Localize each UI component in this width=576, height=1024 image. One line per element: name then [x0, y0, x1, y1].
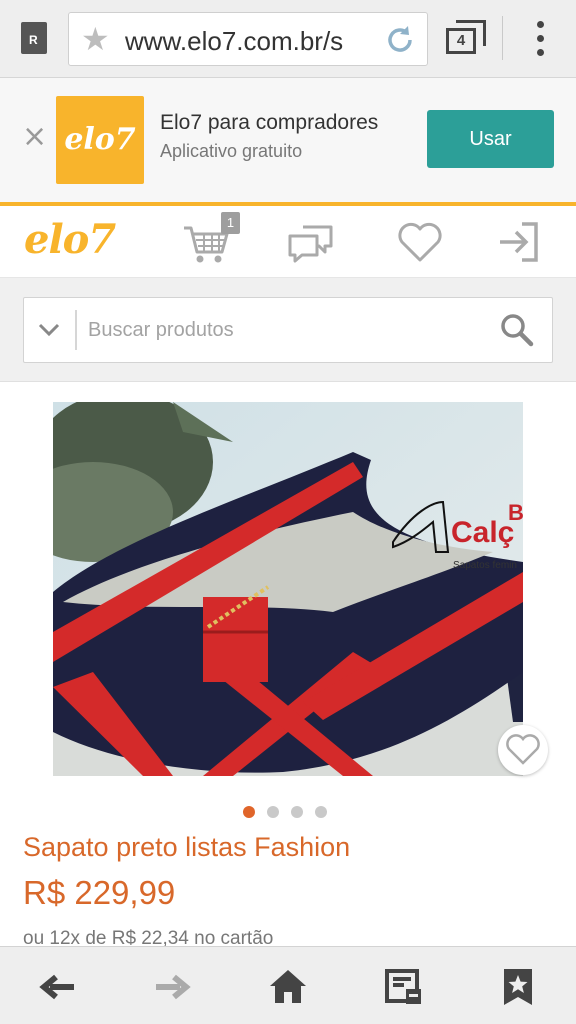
heart-icon[interactable] — [396, 218, 444, 266]
tabs-button[interactable]: 4 — [446, 20, 490, 56]
toolbar-divider — [502, 16, 503, 60]
app-subtitle: Aplicativo gratuito — [160, 141, 303, 161]
url-text[interactable]: www.elo7.com.br/s — [125, 26, 389, 57]
watermark-letter: B — [508, 500, 523, 525]
site-header: elo7 — [0, 206, 576, 278]
watermark-text: Calç — [451, 516, 514, 549]
product-title: Sapato preto listas Fashion — [23, 832, 351, 862]
search-input[interactable] — [88, 310, 488, 350]
site-logo[interactable]: elo7 — [24, 216, 116, 263]
app-install-banner: × elo7 Elo7 para compradores Aplicativo … — [0, 78, 576, 202]
home-icon[interactable] — [268, 967, 308, 1007]
product-image[interactable]: Calç B Sapatos femin — [53, 402, 523, 776]
chat-icon[interactable] — [287, 218, 335, 266]
use-app-button[interactable]: Usar — [427, 110, 554, 168]
login-icon[interactable] — [496, 218, 544, 266]
product-photo: Calç B Sapatos femin — [53, 402, 523, 776]
favorite-button[interactable] — [498, 725, 548, 775]
browser-bottom-bar — [0, 946, 576, 1024]
watermark-subtext: Sapatos femin — [453, 560, 517, 571]
app-logo: elo7 — [56, 96, 144, 184]
tab-count: 4 — [446, 28, 476, 54]
product-price: R$ 229,99 — [23, 874, 176, 911]
heart-icon — [506, 734, 540, 765]
site-info-icon[interactable] — [21, 22, 47, 54]
cart-count-badge: 1 — [221, 212, 240, 234]
back-arrow-icon[interactable] — [38, 967, 78, 1007]
search-section — [0, 278, 576, 382]
app-title: Elo7 para compradores — [160, 111, 379, 134]
carousel-dot[interactable] — [243, 806, 255, 818]
reload-icon[interactable] — [383, 23, 417, 57]
reader-icon[interactable] — [384, 967, 424, 1007]
url-field[interactable]: ★ www.elo7.com.br/s — [68, 12, 428, 66]
carousel-dot[interactable] — [267, 806, 279, 818]
search-icon[interactable] — [500, 313, 534, 347]
bookmark-star-icon[interactable]: ★ — [81, 22, 110, 56]
carousel-indicator — [243, 806, 327, 820]
overflow-menu-icon[interactable] — [530, 18, 550, 60]
close-icon[interactable]: × — [22, 122, 47, 152]
chevron-down-icon[interactable] — [36, 316, 62, 342]
bookmark-star-icon[interactable] — [498, 967, 538, 1007]
search-box — [23, 297, 553, 363]
carousel-dot[interactable] — [315, 806, 327, 818]
browser-toolbar: ★ www.elo7.com.br/s 4 — [0, 0, 576, 78]
carousel-dot[interactable] — [291, 806, 303, 818]
search-divider — [75, 310, 77, 350]
forward-arrow-icon[interactable] — [152, 967, 192, 1007]
